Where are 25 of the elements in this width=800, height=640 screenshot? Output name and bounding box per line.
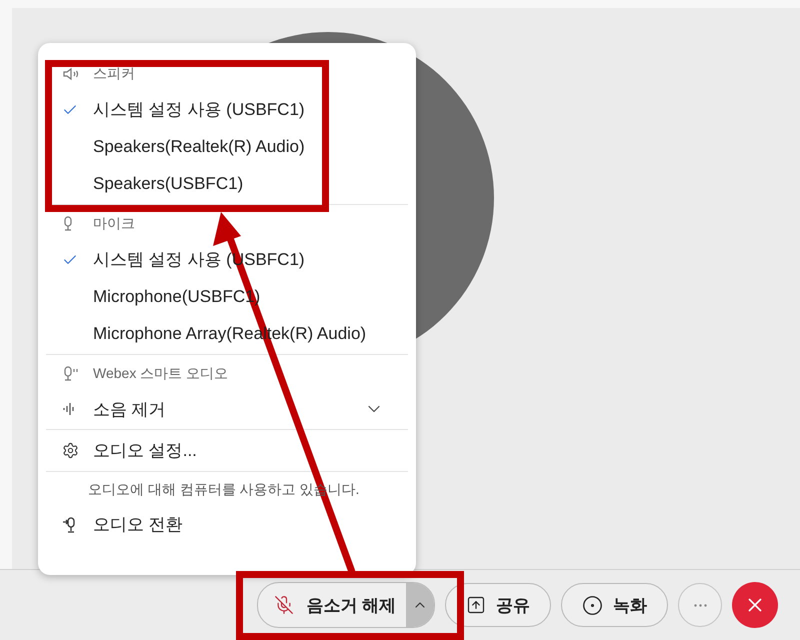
device-option[interactable]: Speakers(Realtek(R) Audio) — [38, 128, 408, 165]
more-button[interactable] — [678, 583, 722, 627]
audio-options-toggle[interactable] — [406, 583, 434, 627]
share-button[interactable]: 공유 — [445, 583, 551, 627]
section-heading: Webex 스마트 오디오 — [93, 365, 228, 383]
record-icon — [582, 594, 603, 616]
microphone-icon — [62, 216, 74, 232]
speaker-icon — [62, 67, 80, 81]
noise-removal-dropdown[interactable]: 소음 제거 — [38, 391, 408, 427]
more-icon — [694, 604, 706, 606]
microphone-icon — [62, 366, 79, 382]
menu-item[interactable]: 오디오 설정... — [38, 432, 408, 469]
sound-wave-icon — [62, 402, 76, 416]
microphone-off-icon — [274, 595, 294, 615]
record-button[interactable]: 녹화 — [561, 583, 668, 627]
unmute-button[interactable]: 음소거 해제 — [257, 582, 435, 628]
unmute-main-button[interactable]: 음소거 해제 — [258, 583, 406, 627]
section-heading: 스피커 — [93, 65, 135, 83]
section-heading: 마이크 — [93, 215, 135, 233]
device-option[interactable]: 시스템 설정 사용 (USBFC1) — [38, 91, 408, 128]
menu-item[interactable]: 오디오 전환 — [38, 506, 408, 543]
settings-icon — [62, 442, 79, 459]
device-option[interactable]: Speakers(USBFC1) — [38, 165, 408, 202]
share-icon — [466, 595, 486, 615]
end-call-button[interactable] — [732, 582, 778, 628]
